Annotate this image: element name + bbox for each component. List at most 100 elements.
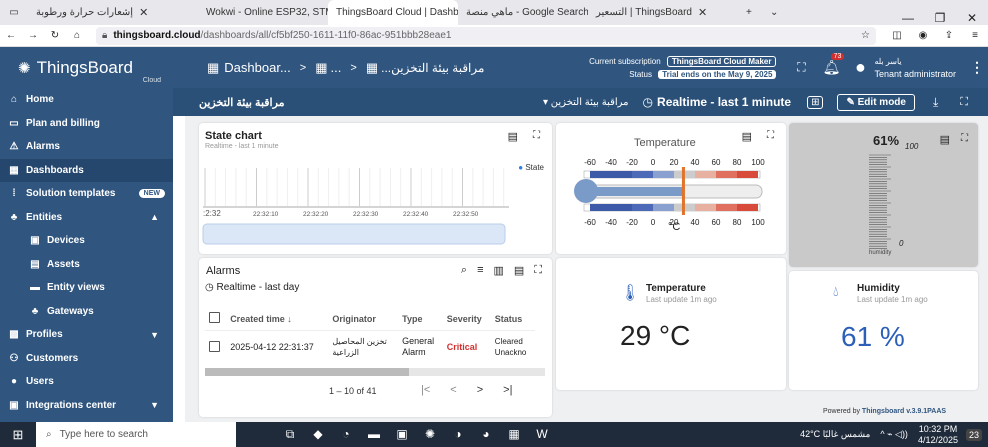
minimize-icon[interactable]: — (892, 11, 924, 25)
app-icon[interactable]: ✺ (416, 427, 444, 442)
account-icon[interactable]: ● (846, 57, 874, 78)
sidebar-item-customers[interactable]: ⚇ Customers (0, 347, 173, 371)
logo[interactable]: ✺ ThingsBoard Cloud (0, 47, 173, 88)
export-icon[interactable]: ▤ (940, 133, 950, 146)
fullscreen-icon[interactable]: ⛶ (961, 133, 968, 144)
browser-tab-2[interactable]: Wokwi - Online ESP32, STM3✕ (198, 0, 328, 25)
back-icon[interactable]: ← (0, 30, 22, 41)
col-originator[interactable]: Originator (328, 308, 398, 330)
sidebar-item-profiles[interactable]: ▩ Profiles ▼ (0, 323, 173, 347)
col-type[interactable]: Type (398, 308, 443, 330)
sidebar-item-users[interactable]: ● Users (0, 370, 173, 394)
alarms-timewindow[interactable]: ◷ Realtime - last day (205, 282, 299, 293)
forward-icon[interactable]: → (22, 30, 44, 41)
edit-mode-button[interactable]: ✎ Edit mode (837, 93, 915, 111)
sidebar-item-entity-views[interactable]: ▬ Entity views (0, 276, 173, 300)
home-icon[interactable]: ⌂ (66, 30, 88, 41)
sidebar-item-entities[interactable]: ♣ Entities ▲ (0, 206, 173, 230)
state-select[interactable]: ▾ مراقبة بيئة التخزين (543, 97, 629, 108)
menu-icon[interactable]: ≡ (962, 30, 988, 41)
prev-page-icon[interactable]: < (450, 384, 456, 396)
expand-icon[interactable]: ⛶ (960, 96, 968, 109)
scrollbar-thumb[interactable] (205, 368, 409, 376)
more-vert-icon[interactable]: ⋮ (966, 59, 988, 76)
new-tab-icon[interactable]: + (738, 0, 762, 25)
breadcrumb-dashboards[interactable]: Dashboar... (224, 60, 291, 75)
close-icon[interactable]: ✕ (139, 6, 148, 19)
range-navigator[interactable] (202, 223, 506, 245)
extensions-icon[interactable]: ◉ (910, 30, 936, 41)
chevron-down-icon[interactable]: ▼ (150, 330, 159, 340)
sidebar-item-dashboards[interactable]: ▦ Dashboards (0, 158, 173, 182)
row-checkbox[interactable] (209, 340, 220, 352)
col-created-time[interactable]: Created time ↓ (226, 308, 328, 330)
sidebar-item-solution-templates[interactable]: ⁞ Solution templates NEW (0, 182, 173, 206)
tab-dropdown-icon[interactable]: ⌄ (762, 0, 786, 25)
breadcrumb-current[interactable]: ...مراقبة بيئة التخزين (381, 61, 484, 75)
taskbar-search[interactable]: ⌕ Type here to search (36, 422, 236, 447)
horizontal-scrollbar[interactable] (205, 368, 545, 376)
sidebar-item-gateways[interactable]: ♣ Gateways (0, 300, 173, 324)
export-icon[interactable]: ▤ (742, 130, 752, 143)
app-icon[interactable]: ◆ (304, 427, 332, 442)
export-icon[interactable]: ▤ (514, 264, 524, 277)
tab-list-icon[interactable]: ▭ (0, 0, 28, 25)
window-close-icon[interactable]: ✕ (956, 11, 988, 25)
chevron-up-icon[interactable]: ▲ (150, 212, 159, 222)
col-status[interactable]: Status (491, 308, 535, 330)
browser-tab-4[interactable]: ماهي منصة - Google Search✕ (458, 0, 588, 25)
clock[interactable]: 10:32 PM 4/12/2025 (918, 424, 958, 446)
user-info[interactable]: ياسر بله Tenant administrator (874, 56, 956, 80)
sidebar-item-integrations-center[interactable]: ▣ Integrations center ▼ (0, 394, 173, 418)
chevron-down-icon[interactable]: ▼ (150, 400, 159, 410)
task-view-icon[interactable]: ⧉ (276, 427, 304, 442)
powered-brand[interactable]: Thingsboard v.3.9.1PAAS (862, 408, 946, 415)
firefox-icon[interactable]: ◕ (472, 427, 500, 442)
export-icon[interactable]: ▤ (508, 130, 518, 143)
breadcrumb-group[interactable]: ... (331, 60, 342, 75)
word-icon[interactable]: W (528, 427, 556, 442)
pocket-icon[interactable]: ◫ (884, 30, 910, 41)
sidebar-item-assets[interactable]: ▤ Assets (0, 253, 173, 277)
restore-icon[interactable]: ❐ (924, 11, 956, 25)
notification-center[interactable]: 23 (965, 428, 982, 441)
store-icon[interactable]: ▣ (388, 427, 416, 442)
browser-tab-1[interactable]: إشعارات حرارة ورطوبة ✕ (28, 0, 198, 25)
app-icon[interactable]: ▦ (500, 427, 528, 442)
select-all-checkbox[interactable] (209, 312, 220, 324)
edge-icon[interactable]: ◔ (332, 427, 360, 442)
columns-icon[interactable]: ▥ (493, 264, 503, 277)
fullscreen-icon[interactable]: ⛶ (767, 130, 774, 141)
weather-widget[interactable]: 42°C مشمس غالبًا (800, 429, 870, 440)
filter-icon[interactable]: ⊞ (807, 95, 824, 109)
bookmark-star-icon[interactable]: ☆ (861, 30, 870, 41)
share-icon[interactable]: ⇪ (936, 30, 962, 41)
next-page-icon[interactable]: > (477, 384, 483, 396)
browser-tab-3[interactable]: ThingsBoard Cloud | Dashboa✕ (328, 0, 458, 25)
fullscreen-icon[interactable]: ⛶ (786, 60, 816, 75)
last-page-icon[interactable]: >| (503, 384, 512, 396)
plan-badge[interactable]: ThingsBoard Cloud Maker (666, 55, 777, 67)
file-explorer-icon[interactable]: ▬ (360, 427, 388, 442)
address-bar[interactable]: 🔒︎ thingsboard.cloud /dashboards/all/cf5… (96, 26, 876, 45)
browser-tab-5[interactable]: التسعير | ThingsBoard ✕ (588, 0, 738, 25)
filter-icon[interactable]: ≡ (477, 264, 483, 277)
download-icon[interactable]: ⤓ (933, 95, 938, 110)
sidebar-item-plan-and-billing[interactable]: ▭ Plan and billing (0, 112, 173, 136)
first-page-icon[interactable]: |< (421, 384, 430, 396)
table-row[interactable]: 2025-04-12 22:31:37 تخزين المحاصيل الزراع… (205, 330, 535, 364)
close-icon[interactable]: ✕ (698, 6, 707, 19)
tray-icons[interactable]: ^ ⌁ ◁)) (880, 429, 908, 440)
fullscreen-icon[interactable]: ⛶ (533, 130, 540, 141)
fullscreen-icon[interactable]: ⛶ (534, 264, 542, 277)
sidebar-item-home[interactable]: ⌂ Home (0, 88, 173, 112)
col-severity[interactable]: Severity (443, 308, 491, 330)
notifications-icon[interactable]: 🔔︎ 73 (816, 53, 846, 76)
windows-start-icon[interactable]: ⊞ (0, 427, 36, 443)
sidebar-item-alarms[interactable]: ⚠ Alarms (0, 135, 173, 159)
search-icon[interactable]: ⌕ (461, 264, 467, 277)
timewindow[interactable]: Realtime - last 1 minute (657, 95, 791, 109)
app-icon[interactable]: ◑ (444, 427, 472, 442)
sidebar-item-devices[interactable]: ▣ Devices (0, 229, 173, 253)
reload-icon[interactable]: ↻ (44, 30, 66, 41)
